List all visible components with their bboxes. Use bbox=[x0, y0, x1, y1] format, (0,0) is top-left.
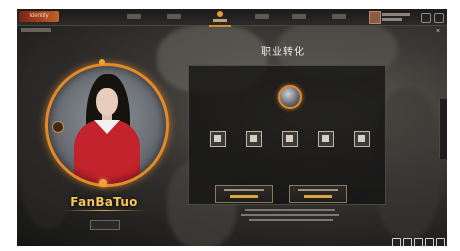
class-option-label bbox=[243, 151, 265, 155]
class-option[interactable] bbox=[207, 131, 229, 155]
class-option[interactable] bbox=[243, 131, 265, 155]
close-icon[interactable] bbox=[434, 13, 444, 23]
nav-item-active[interactable] bbox=[209, 9, 231, 27]
bag-icon[interactable] bbox=[403, 238, 412, 246]
menu-icon[interactable] bbox=[392, 238, 401, 246]
class-option-label bbox=[351, 151, 373, 155]
ring-left-gem bbox=[52, 121, 64, 133]
class-option[interactable] bbox=[279, 131, 301, 155]
class-options-row bbox=[207, 131, 377, 165]
description-line bbox=[249, 219, 333, 221]
character-detail-button[interactable] bbox=[90, 220, 120, 230]
side-tab[interactable] bbox=[439, 99, 447, 159]
name-divider bbox=[62, 210, 146, 211]
class-option-icon bbox=[318, 131, 334, 147]
class-option-icon bbox=[282, 131, 298, 147]
player-info-line bbox=[382, 18, 402, 21]
chat-icon[interactable] bbox=[425, 238, 434, 246]
reward-value bbox=[230, 195, 258, 198]
ring-bottom-gem bbox=[99, 179, 107, 187]
class-option-icon bbox=[354, 131, 370, 147]
class-option[interactable] bbox=[315, 131, 337, 155]
class-orb-icon[interactable] bbox=[278, 85, 302, 109]
player-info-line bbox=[382, 13, 410, 16]
reward-text bbox=[298, 189, 338, 191]
player-info[interactable] bbox=[369, 11, 413, 24]
class-option-icon bbox=[246, 131, 262, 147]
character-name: FanBaTuo bbox=[70, 195, 138, 209]
breadcrumb bbox=[21, 28, 51, 32]
settings-icon[interactable] bbox=[421, 13, 431, 23]
description-line bbox=[241, 214, 339, 216]
class-option[interactable] bbox=[351, 131, 373, 155]
class-option-icon bbox=[210, 131, 226, 147]
bottom-toolbar bbox=[392, 238, 445, 246]
game-window: Identity × FanBaTuo 职业转化 bbox=[17, 9, 447, 246]
nav-item[interactable] bbox=[255, 14, 269, 19]
class-option-label bbox=[207, 151, 229, 155]
nav-item[interactable] bbox=[167, 14, 181, 19]
class-option-label bbox=[315, 151, 337, 155]
nav-active-icon bbox=[217, 11, 223, 17]
game-logo[interactable]: Identity bbox=[19, 11, 59, 22]
reward-value bbox=[304, 195, 332, 198]
class-option-label bbox=[279, 151, 301, 155]
mail-icon[interactable] bbox=[414, 238, 423, 246]
player-avatar bbox=[369, 11, 381, 24]
panel-close-icon[interactable]: × bbox=[436, 28, 443, 35]
nav-item[interactable] bbox=[127, 14, 141, 19]
top-navigation-bar: Identity bbox=[17, 9, 447, 27]
description-line bbox=[245, 209, 335, 211]
nav-item[interactable] bbox=[332, 14, 346, 19]
reward-button-left[interactable] bbox=[215, 185, 273, 203]
nav-item[interactable] bbox=[292, 14, 306, 19]
search-icon[interactable] bbox=[436, 238, 445, 246]
reward-text bbox=[224, 189, 264, 191]
nav-active-label bbox=[213, 19, 227, 22]
ring-top-gem bbox=[99, 59, 105, 65]
panel-title: 职业转化 bbox=[261, 47, 305, 58]
reward-button-right[interactable] bbox=[289, 185, 347, 203]
